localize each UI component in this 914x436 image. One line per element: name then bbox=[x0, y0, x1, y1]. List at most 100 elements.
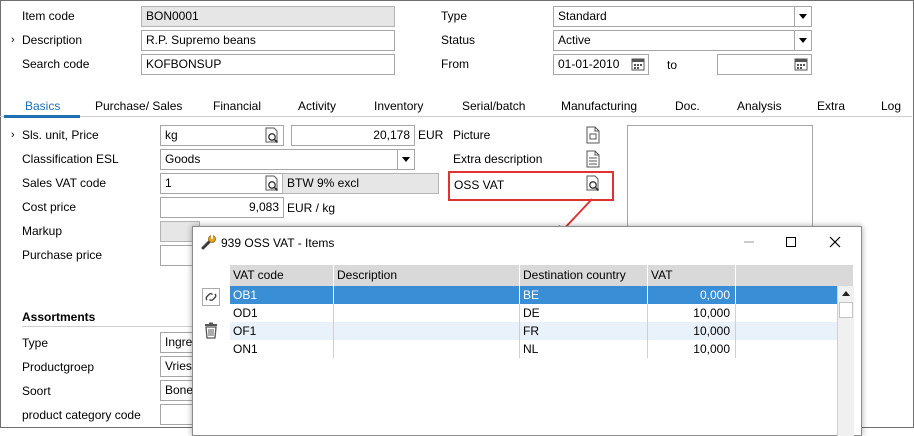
lookup-search-icon[interactable] bbox=[263, 127, 281, 145]
scroll-up-arrow-icon[interactable] bbox=[840, 289, 852, 299]
tab-financial[interactable]: Financial bbox=[213, 99, 261, 113]
price-field[interactable]: 20,178 bbox=[291, 125, 415, 146]
table-row[interactable]: OF1 FR 10,000 bbox=[230, 322, 837, 340]
description-field[interactable]: R.P. Supremo beans bbox=[141, 30, 395, 51]
cell-percentage: 10,000 bbox=[648, 322, 736, 340]
cell-country: DE bbox=[520, 304, 648, 322]
markup-label: Markup bbox=[22, 224, 63, 238]
chevron-down-icon[interactable] bbox=[794, 31, 811, 50]
classification-select[interactable]: Goods bbox=[160, 149, 415, 170]
description-label: Description bbox=[22, 33, 83, 47]
cell-percentage: 10,000 bbox=[648, 304, 736, 322]
from-date-field[interactable]: 01-01-2010 bbox=[553, 54, 649, 75]
productgroep-label: Productgroep bbox=[22, 360, 95, 374]
link-icon[interactable] bbox=[202, 288, 220, 306]
sales-vat-description: BTW 9% excl bbox=[282, 173, 439, 194]
assortments-title: Assortments bbox=[22, 310, 96, 324]
cell-vat-code: OB1 bbox=[230, 286, 334, 304]
from-label: From bbox=[441, 57, 469, 71]
cell-description bbox=[334, 322, 520, 340]
lookup-search-icon[interactable] bbox=[263, 175, 281, 193]
sls-unit-field[interactable]: kg bbox=[160, 125, 284, 146]
sls-unit-label: Sls. unit, Price bbox=[22, 128, 99, 142]
status-label: Status bbox=[441, 33, 476, 47]
table-row[interactable]: ON1 NL 10,000 bbox=[230, 340, 837, 358]
text-document-icon[interactable] bbox=[585, 150, 601, 168]
cell-country: NL bbox=[520, 340, 648, 358]
column-header-vat-percentage[interactable]: VAT percentage bbox=[648, 265, 736, 303]
type-select-value: Standard bbox=[558, 9, 607, 23]
table-row[interactable]: OB1 BE 0,000 bbox=[230, 286, 837, 304]
cell-description bbox=[334, 286, 520, 304]
chevron-down-icon[interactable] bbox=[794, 7, 811, 26]
tab-log[interactable]: Log bbox=[881, 99, 901, 113]
table-row[interactable]: OD1 DE 10,000 bbox=[230, 304, 837, 322]
cost-price-field[interactable]: 9,083 bbox=[160, 197, 284, 218]
calendar-icon[interactable] bbox=[794, 57, 808, 71]
sales-vat-value: 1 bbox=[165, 176, 172, 190]
search-code-field[interactable]: KOFBONSUP bbox=[141, 54, 395, 75]
tab-inventory[interactable]: Inventory bbox=[374, 99, 423, 113]
item-code-field[interactable]: BON0001 bbox=[141, 6, 395, 27]
soort-label: Soort bbox=[22, 384, 51, 398]
active-tab-indicator bbox=[4, 115, 80, 118]
tab-serial-batch[interactable]: Serial/batch bbox=[462, 99, 525, 113]
tab-manufacturing[interactable]: Manufacturing bbox=[561, 99, 637, 113]
to-date-field[interactable] bbox=[717, 54, 812, 75]
calendar-icon[interactable] bbox=[631, 57, 645, 71]
search-code-label: Search code bbox=[22, 57, 90, 71]
tab-analysis[interactable]: Analysis bbox=[737, 99, 782, 113]
tab-purchase-sales[interactable]: Purchase/ Sales bbox=[95, 99, 182, 113]
expand-chevron-icon[interactable]: › bbox=[11, 34, 15, 46]
type-select[interactable]: Standard bbox=[553, 6, 812, 27]
tab-doc[interactable]: Doc. bbox=[675, 99, 700, 113]
extra-description-label: Extra description bbox=[453, 152, 543, 166]
price-currency: EUR bbox=[418, 128, 444, 142]
tab-extra[interactable]: Extra bbox=[817, 99, 845, 113]
sales-vat-field[interactable]: 1 bbox=[160, 173, 284, 194]
from-date-value: 01-01-2010 bbox=[558, 57, 620, 71]
cell-percentage: 0,000 bbox=[648, 286, 736, 304]
tab-basics[interactable]: Basics bbox=[25, 99, 60, 113]
minimize-icon[interactable] bbox=[729, 227, 769, 257]
classification-value: Goods bbox=[165, 152, 201, 166]
column-header-vat-code[interactable]: VAT code bbox=[230, 265, 334, 286]
cell-country: FR bbox=[520, 322, 648, 340]
cell-description bbox=[334, 340, 520, 358]
cell-vat-code: ON1 bbox=[230, 340, 334, 358]
cell-vat-code: OD1 bbox=[230, 304, 334, 322]
cost-price-label: Cost price bbox=[22, 200, 77, 214]
cell-vat-code: OF1 bbox=[230, 322, 334, 340]
column-header-blank bbox=[736, 265, 854, 286]
purchase-price-label: Purchase price bbox=[22, 248, 103, 262]
cost-price-unit: EUR / kg bbox=[287, 201, 336, 215]
column-header-description[interactable]: Description bbox=[334, 265, 520, 286]
expand-chevron-icon[interactable]: › bbox=[11, 129, 15, 141]
assortments-divider bbox=[22, 326, 192, 327]
to-label: to bbox=[667, 58, 678, 72]
product-category-label: product category code bbox=[22, 408, 141, 422]
trash-icon[interactable] bbox=[203, 322, 219, 339]
oss-vat-items-dialog: 939 OSS VAT - Items VAT code Description… bbox=[192, 226, 862, 436]
picture-document-icon[interactable] bbox=[585, 126, 601, 144]
cell-country: BE bbox=[520, 286, 648, 304]
wrench-icon bbox=[201, 235, 216, 250]
close-icon[interactable] bbox=[815, 227, 855, 257]
type-label: Type bbox=[441, 9, 468, 23]
scroll-thumb[interactable] bbox=[839, 302, 853, 318]
sales-vat-label: Sales VAT code bbox=[22, 176, 107, 190]
picture-label: Picture bbox=[453, 128, 491, 142]
cell-description bbox=[334, 304, 520, 322]
tab-activity[interactable]: Activity bbox=[298, 99, 336, 113]
classification-label: Classification ESL bbox=[22, 152, 119, 166]
maximize-icon[interactable] bbox=[771, 227, 811, 257]
sls-unit-value: kg bbox=[165, 128, 178, 142]
status-select-value: Active bbox=[558, 33, 591, 47]
column-header-destination-country[interactable]: Destination country bbox=[520, 265, 648, 286]
chevron-down-icon[interactable] bbox=[397, 150, 414, 169]
item-code-label: Item code bbox=[22, 9, 75, 23]
status-select[interactable]: Active bbox=[553, 30, 812, 51]
cell-percentage: 10,000 bbox=[648, 340, 736, 358]
grid-vertical-scrollbar[interactable] bbox=[837, 286, 854, 436]
assortment-type-label: Type bbox=[22, 336, 49, 350]
